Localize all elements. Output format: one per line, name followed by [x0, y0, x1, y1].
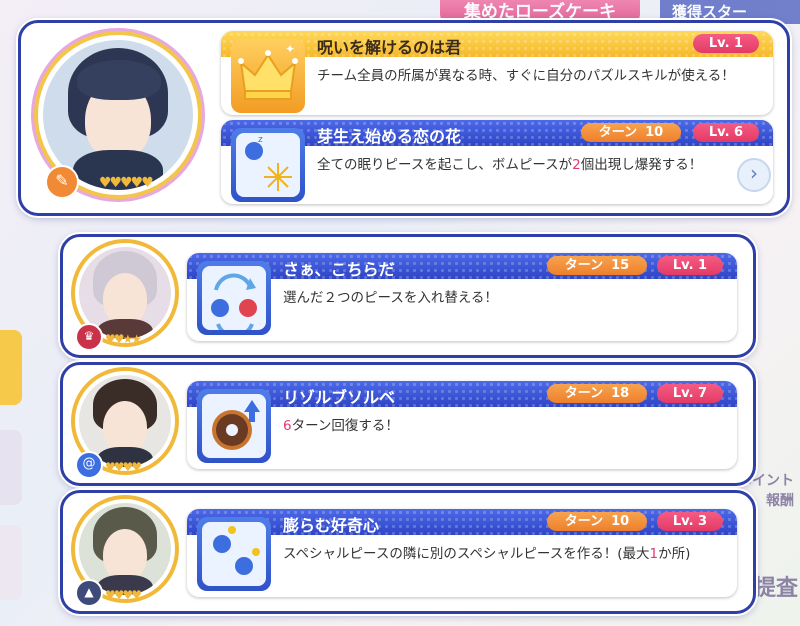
donut-icon — [197, 389, 271, 463]
affection-hearts: ♥♥★★ — [105, 332, 142, 346]
svg-text:z: z — [258, 135, 263, 145]
skill-turn-badge: ターン 18 — [547, 384, 647, 403]
affection-hearts: ♥♥♥♥♥ — [99, 175, 154, 191]
puzzle-skill-panel[interactable]: 芽生え始める恋の花 ターン 10 Lv. 6 z 全ての眠りピースを起こし、ボムピ… — [221, 120, 773, 204]
affection-hearts: ♥♥♥♥ — [105, 460, 142, 474]
graduation-cap-icon: ▲ — [75, 579, 103, 607]
next-arrow-button[interactable]: › — [737, 158, 771, 192]
character-card[interactable]: @ ♥♥♥♥ リゾルブソルベ ターン 18 Lv. 7 6ターン回復する！ — [60, 362, 756, 486]
background-side-tab[interactable] — [0, 330, 22, 405]
skill-turn-badge: ターン 10 — [547, 512, 647, 531]
leader-skill-panel[interactable]: 呪いを解けるのは君 Lv. 1 ✦ チーム全員の所属が異なる時、すぐに自分のパズ… — [221, 31, 773, 115]
idea-pieces-icon — [197, 517, 271, 591]
crown-icon: ✦ — [231, 39, 305, 113]
skill-level-badge: Lv. 6 — [693, 123, 759, 142]
character-card-leader[interactable]: ✎ ♥♥♥♥♥ 呪いを解けるのは君 Lv. 1 ✦ チーム全員の所属が異なる時、… — [18, 20, 790, 216]
puzzle-skill-panel[interactable]: さぁ、こちらだ ターン 15 Lv. 1 選んだ２つのピースを入れ替える！ — [187, 253, 737, 341]
skill-description: 全ての眠りピースを起こし、ボムピースが2個出現し爆発する！ — [317, 157, 703, 173]
background-side-tab[interactable] — [0, 430, 22, 505]
affection-hearts: ♥♥♥♥ — [105, 588, 142, 602]
skill-name: リゾルブソルベ — [283, 388, 396, 407]
skill-description: 選んだ２つのピースを入れ替える！ — [283, 290, 498, 306]
swirl-icon: @ — [75, 451, 103, 479]
crown-icon: ♛ — [75, 323, 103, 351]
skill-description: スペシャルピースの隣に別のスペシャルピースを作る！(最大1か所) — [283, 546, 691, 562]
background-side-tab[interactable] — [0, 525, 22, 600]
background-text: 提査 — [753, 576, 798, 601]
skill-description: 6ターン回復する！ — [283, 418, 399, 434]
skill-level-badge: Lv. 1 — [693, 34, 759, 53]
skill-level-badge: Lv. 7 — [657, 384, 723, 403]
skill-turn-badge: ターン 10 — [581, 123, 681, 142]
fireworks-icon: z — [231, 128, 305, 202]
skill-level-badge: Lv. 1 — [657, 256, 723, 275]
skill-level-badge: Lv. 3 — [657, 512, 723, 531]
puzzle-skill-panel[interactable]: リゾルブソルベ ターン 18 Lv. 7 6ターン回復する！ — [187, 381, 737, 469]
skill-name: 芽生え始める恋の花 — [317, 127, 462, 146]
background-text: 報酬 — [766, 493, 794, 509]
character-card[interactable]: ▲ ♥♥♥♥ 膨らむ好奇心 ターン 10 Lv. 3 スペシャルピースの隣に別のス… — [60, 490, 756, 614]
skill-name: 呪いを解けるのは君 — [317, 38, 462, 57]
svg-text:✦: ✦ — [285, 42, 295, 56]
skill-name: 膨らむ好奇心 — [283, 516, 380, 535]
skill-name: さぁ、こちらだ — [283, 260, 395, 279]
feather-icon: ✎ — [45, 165, 79, 199]
skill-description: チーム全員の所属が異なる時、すぐに自分のパズルスキルが使える！ — [317, 68, 735, 84]
character-card[interactable]: ♛ ♥♥★★ さぁ、こちらだ ターン 15 Lv. 1 選んだ２つのピースを入れ替… — [60, 234, 756, 358]
skill-turn-badge: ターン 15 — [547, 256, 647, 275]
swap-icon — [197, 261, 271, 339]
puzzle-skill-panel[interactable]: 膨らむ好奇心 ターン 10 Lv. 3 スペシャルピースの隣に別のスペシャルピース… — [187, 509, 737, 597]
